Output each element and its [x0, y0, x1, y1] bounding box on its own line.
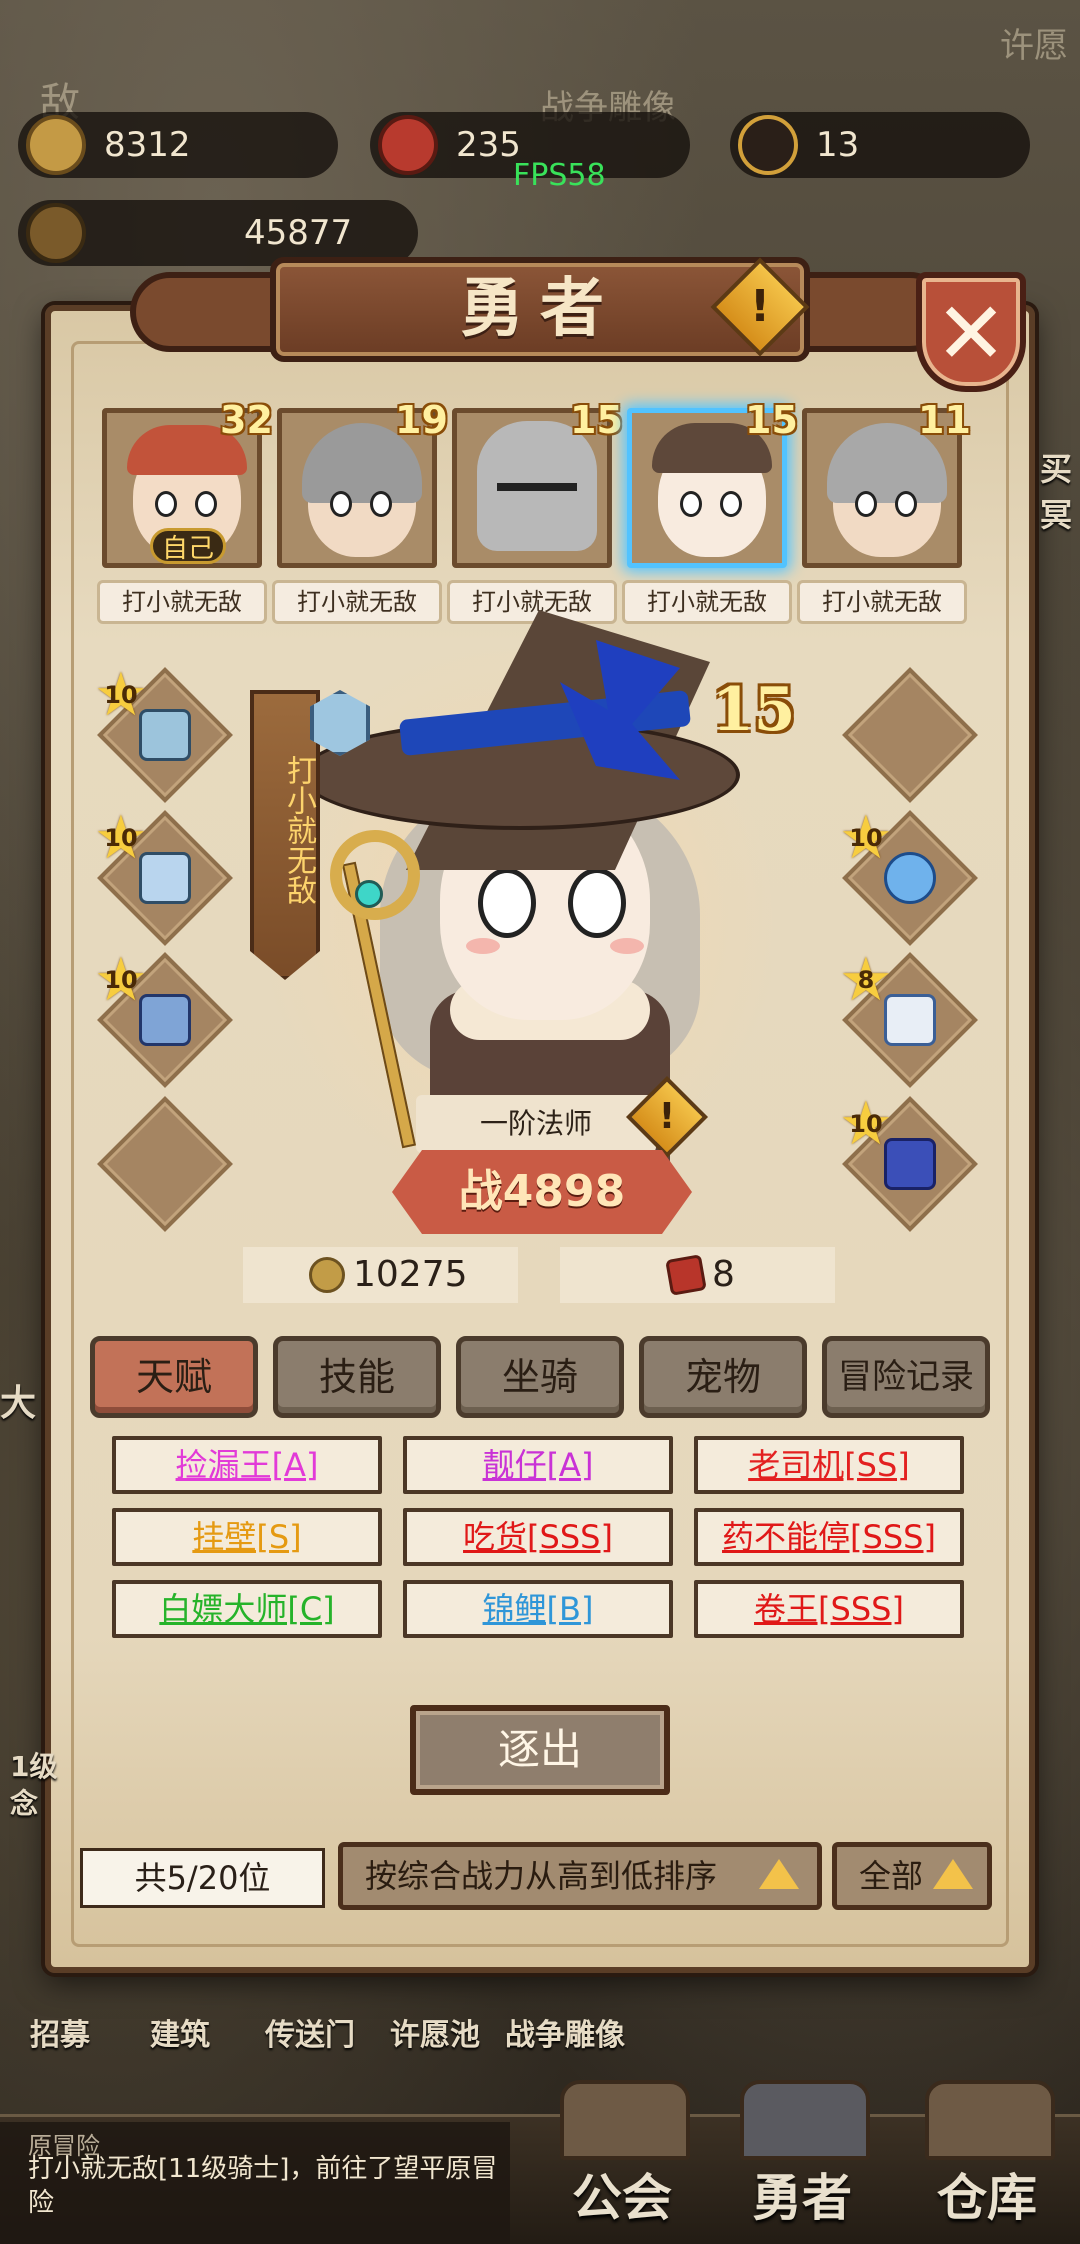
talent-3[interactable]: 老司机[SS] — [694, 1436, 964, 1494]
hero-helmet-icon — [740, 2080, 870, 2160]
shortcut-build[interactable]: 建筑 — [150, 2010, 210, 2054]
power-label: 战 — [458, 1166, 503, 1217]
filter-label: 全部 — [859, 1857, 924, 1895]
gold-stat: 10275 — [243, 1247, 518, 1303]
crown-icon — [26, 203, 86, 263]
shortcut-wish-pool[interactable]: 许愿池 — [390, 2010, 480, 2054]
talent-8[interactable]: 锦鲤[B] — [403, 1580, 673, 1638]
owner-name: 打小就无敌 — [281, 755, 316, 905]
portrait-eye-left — [478, 868, 536, 938]
hero-level-2: 19 — [395, 398, 448, 442]
hero-level-big: 15 — [712, 675, 796, 745]
power-value: 4898 — [502, 1166, 626, 1217]
equip-stars-left-1: 10 — [104, 681, 138, 709]
guild-icon — [560, 2080, 690, 2160]
soul-value: 13 — [816, 125, 860, 165]
equip-stars-left-3: 10 — [104, 966, 138, 994]
side-label-b: 1级 — [10, 1750, 58, 1783]
panel-header: 勇者 — [130, 242, 950, 382]
talent-4[interactable]: 挂壁[S] — [112, 1508, 382, 1566]
nav-warehouse[interactable]: 仓库 — [937, 2158, 1037, 2230]
hero-name-1: 打小就无敌 — [97, 580, 267, 624]
hero-level-1: 32 — [220, 398, 273, 442]
equip-stars-right-3: 8 — [857, 966, 875, 994]
shortcut-war-statue[interactable]: 战争雕像 — [505, 2010, 625, 2054]
gold-value: 10275 — [353, 1254, 468, 1295]
close-button[interactable]: ✕ — [916, 272, 1026, 392]
medal-value: 235 — [456, 125, 521, 165]
arrow-up-icon — [759, 1859, 799, 1889]
staff-gem — [355, 880, 383, 908]
tab-mount[interactable]: 坐骑 — [456, 1336, 624, 1418]
hero-count: 共5/20位 — [80, 1848, 325, 1908]
portrait-eye-right — [568, 868, 626, 938]
hero-class: 一阶法师 — [416, 1095, 656, 1153]
hero-level-5: 11 — [918, 398, 971, 442]
hero-level-4: 15 — [745, 398, 798, 442]
side-label-a: 大 — [0, 1383, 37, 1424]
tab-skill[interactable]: 技能 — [273, 1336, 441, 1418]
equip-stars-right-2: 10 — [849, 824, 883, 852]
news-body: 打小就无敌[11级骑士]，前往了望平原冒险 — [28, 2154, 498, 2218]
tab-pet[interactable]: 宠物 — [639, 1336, 807, 1418]
talent-6[interactable]: 药不能停[SSS] — [694, 1508, 964, 1566]
coin-value: 8312 — [104, 125, 191, 165]
warehouse-icon — [925, 2080, 1055, 2160]
equip-stars-right-4: 10 — [849, 1110, 883, 1138]
power-text: 战4898 — [392, 1150, 692, 1234]
nav-guild[interactable]: 公会 — [572, 2158, 672, 2230]
coin-counter[interactable]: 8312 — [18, 112, 338, 178]
game-screen: 战争雕像 许愿 敌 8312 235 13 FPS58 45877 勇者 ! ✕ — [0, 0, 1080, 2244]
medal-icon — [378, 115, 438, 175]
coin-icon — [26, 115, 86, 175]
self-badge: 自己 — [150, 528, 226, 564]
talent-9[interactable]: 卷王[SSS] — [694, 1580, 964, 1638]
talent-7[interactable]: 白嫖大师[C] — [112, 1580, 382, 1638]
shortcut-recruit[interactable]: 招募 — [30, 2010, 90, 2054]
side-label-right: 买冥 — [1040, 450, 1073, 534]
equip-stars-left-2: 10 — [104, 824, 138, 852]
talent-2[interactable]: 靓仔[A] — [403, 1436, 673, 1494]
top-resource-bar: 战争雕像 许愿 敌 8312 235 13 FPS58 45877 — [0, 0, 1080, 266]
hero-name-3: 打小就无敌 — [447, 580, 617, 624]
warning-icon: ! — [658, 1096, 676, 1137]
hero-name-5: 打小就无敌 — [797, 580, 967, 624]
soul-counter[interactable]: 13 — [730, 112, 1030, 178]
ticket-stat: 8 — [560, 1247, 835, 1303]
hero-name-4: 打小就无敌 — [622, 580, 792, 624]
fps-counter: FPS58 — [513, 158, 606, 193]
nav-heroes[interactable]: 勇者 — [752, 2158, 852, 2230]
side-label-c: 念 — [10, 1787, 39, 1820]
arrow-up-icon — [933, 1859, 973, 1889]
coin-icon — [309, 1257, 345, 1293]
sort-label: 按综合战力从高到低排序 — [365, 1857, 718, 1895]
tab-talent[interactable]: 天赋 — [90, 1336, 258, 1418]
soul-icon — [738, 115, 798, 175]
blush-right — [610, 938, 644, 954]
ticket-icon — [665, 1254, 707, 1296]
tab-adventure-log[interactable]: 冒险记录 — [822, 1336, 990, 1418]
talent-1[interactable]: 捡漏王[A] — [112, 1436, 382, 1494]
blush-left — [466, 938, 500, 954]
expel-button[interactable]: 逐出 — [410, 1705, 670, 1795]
warning-icon: ! — [749, 281, 771, 332]
talent-5[interactable]: 吃货[SSS] — [403, 1508, 673, 1566]
ticket-value: 8 — [712, 1254, 735, 1295]
hero-level-3: 15 — [570, 398, 623, 442]
bg-wish-label: 许愿 — [1000, 26, 1068, 66]
sort-button[interactable]: 按综合战力从高到低排序 — [338, 1842, 822, 1910]
filter-button[interactable]: 全部 — [832, 1842, 992, 1910]
shortcut-portal[interactable]: 传送门 — [265, 2010, 355, 2054]
hero-name-2: 打小就无敌 — [272, 580, 442, 624]
close-icon: ✕ — [934, 284, 1008, 384]
